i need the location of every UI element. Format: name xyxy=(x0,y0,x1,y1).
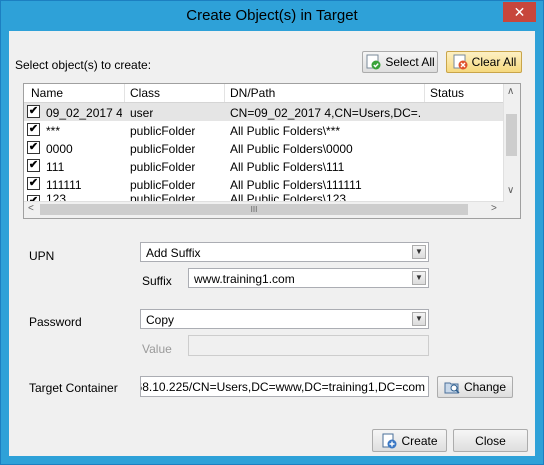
upn-label: UPN xyxy=(29,249,55,263)
title-bar: Create Object(s) in Target ✕ xyxy=(1,1,543,31)
row-name: 111111 xyxy=(46,178,82,192)
row-class: publicFolder xyxy=(130,142,196,156)
row-class: publicFolder xyxy=(130,160,196,174)
row-dn: All Public Folders\111 xyxy=(230,160,345,174)
close-label: Close xyxy=(475,433,506,448)
change-button[interactable]: Change xyxy=(437,376,513,398)
row-dn: CN=09_02_2017 4,CN=Users,DC=... xyxy=(230,106,420,120)
upn-select[interactable]: Add Suffix ▼ xyxy=(140,242,429,262)
row-class: user xyxy=(130,106,154,120)
checkmark-icon: ✔ xyxy=(28,159,39,171)
grid-row[interactable]: ✔ 09_02_2017 4 user CN=09_02_2017 4,CN=U… xyxy=(24,103,504,121)
horizontal-scroll-thumb[interactable]: III xyxy=(40,204,468,215)
select-all-label: Select All xyxy=(385,55,435,69)
column-divider xyxy=(124,84,125,102)
password-label: Password xyxy=(29,315,82,329)
checkmark-icon: ✔ xyxy=(28,141,39,153)
value-label: Value xyxy=(142,342,172,356)
row-checkbox[interactable]: ✔ xyxy=(27,141,40,154)
vertical-scroll-thumb[interactable] xyxy=(506,114,517,156)
select-objects-label: Select object(s) to create: xyxy=(15,58,152,72)
clear-all-button[interactable]: Clear All xyxy=(446,51,522,73)
column-divider xyxy=(224,84,225,102)
grid-row[interactable]: ✔ 111 publicFolder All Public Folders\11… xyxy=(24,157,504,175)
checkmark-icon: ✔ xyxy=(28,123,39,135)
row-checkbox[interactable]: ✔ xyxy=(27,105,40,118)
target-container-value: .168.10.225/CN=Users,DC=www,DC=training1… xyxy=(140,380,425,394)
target-container-label: Target Container xyxy=(29,381,118,395)
row-dn: All Public Folders\0000 xyxy=(230,142,353,156)
chevron-down-icon[interactable]: ▼ xyxy=(412,245,426,259)
row-name: 09_02_2017 4 xyxy=(46,106,122,120)
vertical-scrollbar[interactable]: ∧ ∨ xyxy=(503,84,520,202)
row-name: 111 xyxy=(46,160,65,174)
password-selected-value: Copy xyxy=(146,313,175,327)
select-all-button[interactable]: Select All xyxy=(362,51,438,73)
scroll-down-icon[interactable]: ∨ xyxy=(507,185,514,196)
scroll-corner xyxy=(504,202,520,218)
clear-all-label: Clear All xyxy=(471,55,517,69)
target-container-field[interactable]: .168.10.225/CN=Users,DC=www,DC=training1… xyxy=(140,376,429,397)
folder-search-icon xyxy=(444,379,460,395)
scroll-up-icon[interactable]: ∧ xyxy=(507,86,514,97)
column-dn-path[interactable]: DN/Path xyxy=(230,86,275,100)
row-checkbox[interactable]: ✔ xyxy=(27,177,40,190)
suffix-label: Suffix xyxy=(142,274,172,288)
window-title: Create Object(s) in Target xyxy=(186,7,358,24)
close-button[interactable]: Close xyxy=(453,429,528,452)
chevron-down-icon[interactable]: ▼ xyxy=(412,271,426,285)
close-icon: ✕ xyxy=(513,4,526,20)
scroll-right-icon[interactable]: > xyxy=(491,203,497,214)
create-button[interactable]: Create xyxy=(372,429,447,452)
select-all-icon xyxy=(365,54,381,70)
column-divider xyxy=(424,84,425,102)
grid-row[interactable]: ✔ 0000 publicFolder All Public Folders\0… xyxy=(24,139,504,157)
create-label: Create xyxy=(401,433,438,448)
row-class: publicFolder xyxy=(130,124,196,138)
row-dn: All Public Folders\*** xyxy=(230,124,341,138)
suffix-selected-value: www.training1.com xyxy=(194,272,295,286)
password-value-field[interactable] xyxy=(188,335,429,356)
create-document-icon xyxy=(381,433,397,449)
dialog-window: Create Object(s) in Target ✕ Select obje… xyxy=(0,0,544,465)
row-checkbox[interactable]: ✔ xyxy=(27,123,40,136)
scroll-left-icon[interactable]: < xyxy=(28,203,34,214)
row-dn: All Public Folders\111111 xyxy=(230,178,362,192)
chevron-down-icon[interactable]: ▼ xyxy=(412,312,426,326)
close-window-button[interactable]: ✕ xyxy=(503,2,536,22)
grid-row[interactable]: ✔ *** publicFolder All Public Folders\**… xyxy=(24,121,504,139)
column-name[interactable]: Name xyxy=(31,86,63,100)
suffix-select[interactable]: www.training1.com ▼ xyxy=(188,268,429,288)
clear-all-icon xyxy=(452,54,468,70)
objects-grid[interactable]: Name Class DN/Path Status ✔ 09_02_2017 4… xyxy=(23,83,521,219)
row-class: publicFolder xyxy=(130,178,196,192)
password-select[interactable]: Copy ▼ xyxy=(140,309,429,329)
column-class[interactable]: Class xyxy=(130,86,160,100)
upn-selected-value: Add Suffix xyxy=(146,246,201,260)
column-status[interactable]: Status xyxy=(430,86,464,100)
checkmark-icon: ✔ xyxy=(28,105,39,117)
grip-icon: III xyxy=(250,205,258,214)
dialog-body: Select object(s) to create: Select All C… xyxy=(9,31,535,456)
row-name: *** xyxy=(46,124,61,138)
grid-header: Name Class DN/Path Status xyxy=(24,84,504,103)
change-label: Change xyxy=(463,380,507,394)
checkmark-icon: ✔ xyxy=(28,177,39,189)
row-checkbox[interactable]: ✔ xyxy=(27,159,40,172)
grid-row[interactable]: ✔ 111111 publicFolder All Public Folders… xyxy=(24,175,504,193)
horizontal-scrollbar[interactable]: < III > xyxy=(24,201,504,218)
row-name: 0000 xyxy=(46,142,73,156)
